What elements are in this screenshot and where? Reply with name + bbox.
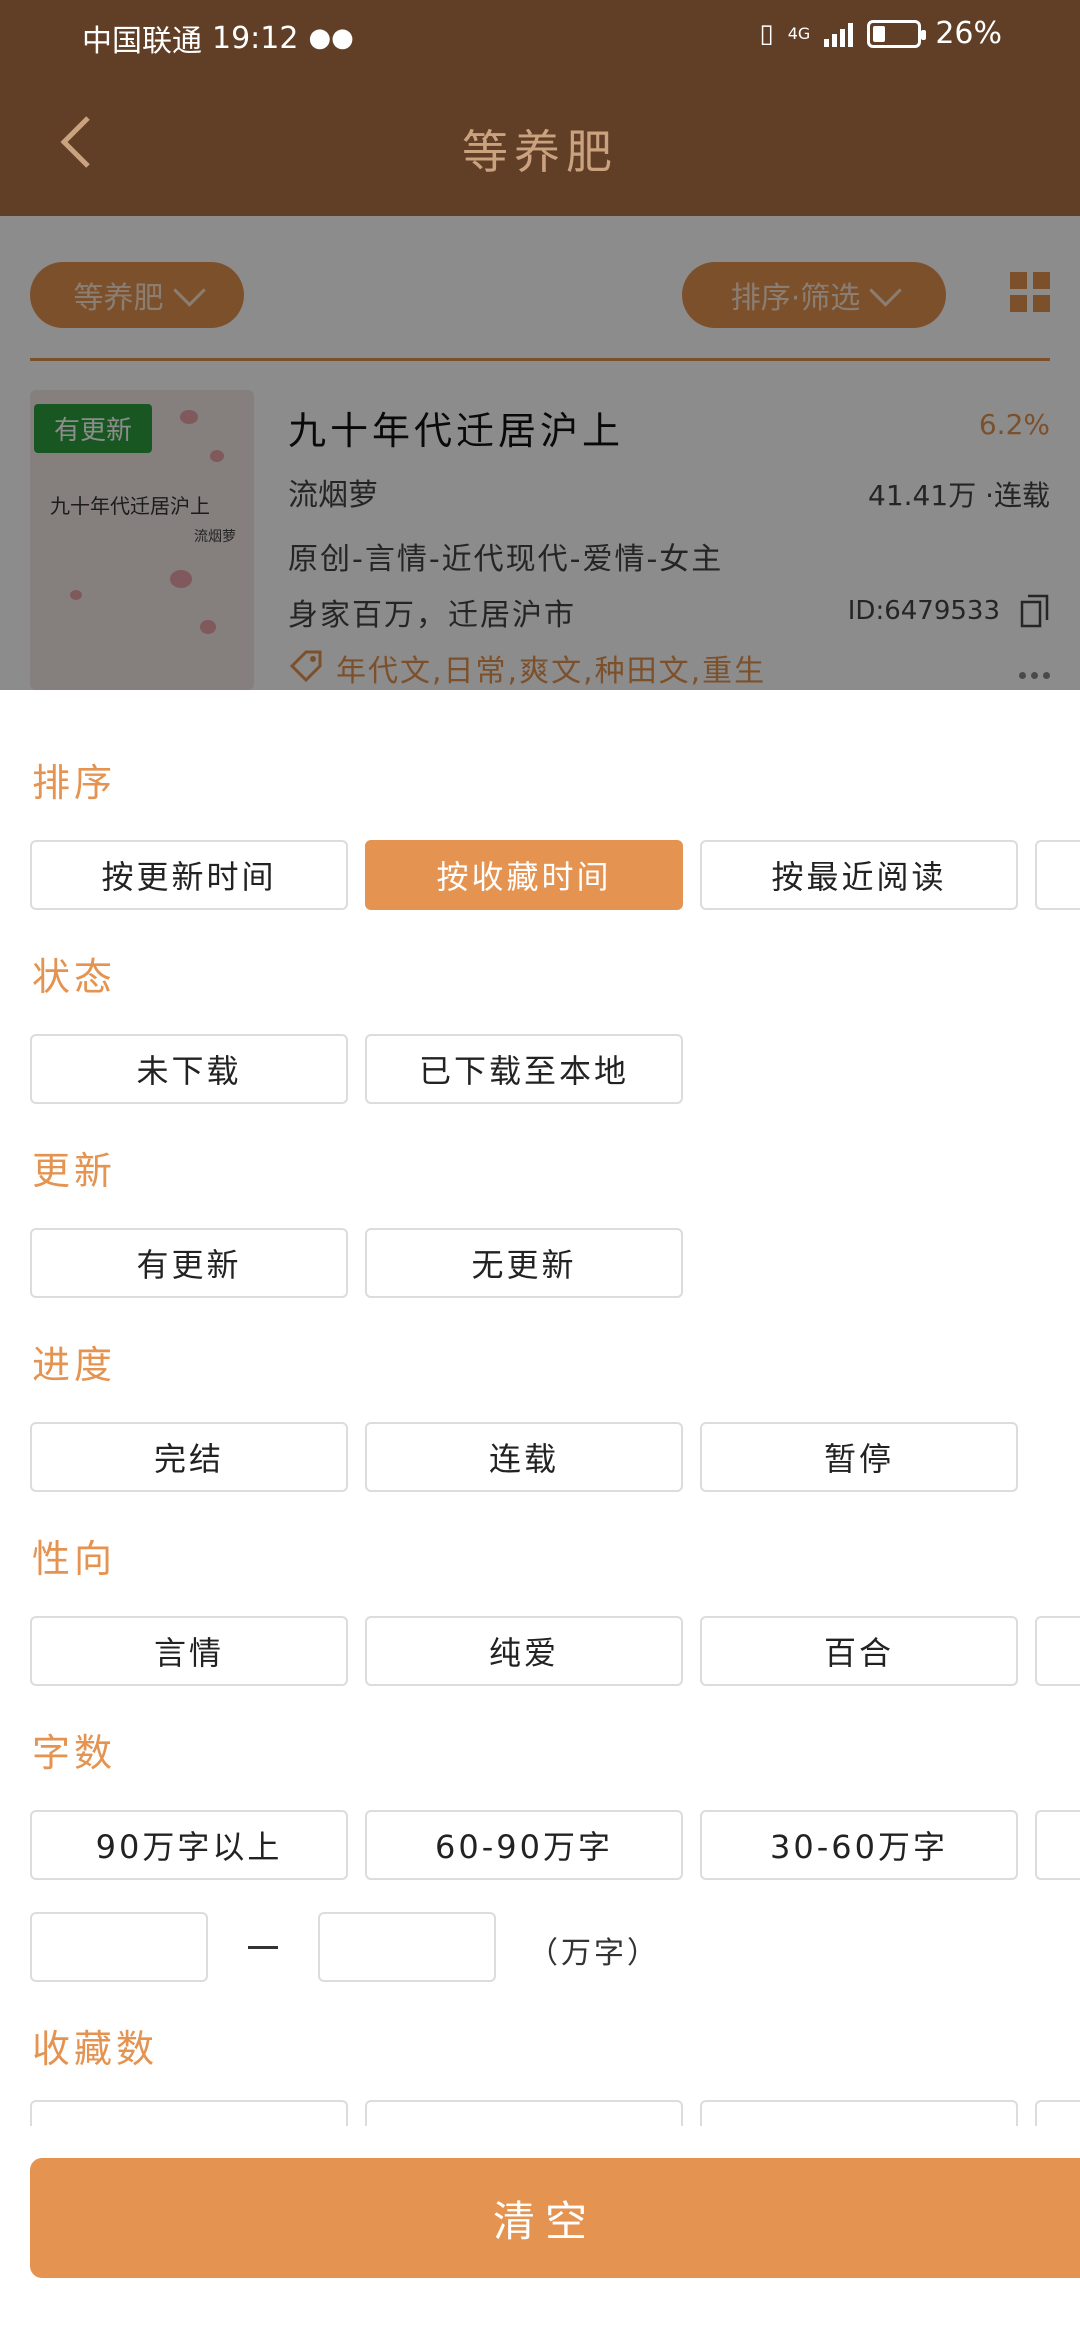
word-unit-label: （万字） [528,1936,660,1971]
orientation-option-romance[interactable]: 言情 [30,1616,348,1686]
time-label: 19:12 [212,20,299,56]
sort-option-update-time[interactable]: 按更新时间 [30,840,348,910]
update-option-has-update[interactable]: 有更新 [30,1228,348,1298]
app-header: 等养肥 [0,72,1080,216]
vibrate-icon: ▯ [759,18,774,49]
page-title: 等养肥 [462,125,618,179]
words-option-more[interactable] [1035,1810,1080,1880]
range-dash [248,1946,278,1949]
words-option-90plus[interactable]: 90万字以上 [30,1810,348,1880]
section-title-progress: 进度 [32,1343,117,1387]
status-option-not-downloaded[interactable]: 未下载 [30,1034,348,1104]
signal-icon [824,21,854,47]
orientation-option-bl[interactable]: 纯爱 [365,1616,683,1686]
progress-option-paused[interactable]: 暂停 [700,1422,1018,1492]
orientation-option-gl[interactable]: 百合 [700,1616,1018,1686]
clear-button[interactable]: 清空 [30,2158,1080,2278]
filter-bottom-sheet: 排序 按更新时间 按收藏时间 按最近阅读 状态 未下载 已下载至本地 更新 有更… [0,690,1080,2340]
words-max-input[interactable] [318,1912,496,1982]
section-title-orientation: 性向 [32,1537,117,1581]
sort-option-recent-read[interactable]: 按最近阅读 [700,840,1018,910]
progress-option-serial[interactable]: 连载 [365,1422,683,1492]
update-option-no-update[interactable]: 无更新 [365,1228,683,1298]
section-title-status: 状态 [32,955,117,999]
carrier-label: 中国联通 [82,24,202,59]
section-title-update: 更新 [32,1149,117,1193]
section-title-sort: 排序 [32,761,117,805]
section-title-word-count: 字数 [32,1731,117,1775]
sort-option-collect-time[interactable]: 按收藏时间 [365,840,683,910]
wechat-icon: ●● [308,23,354,53]
status-option-downloaded[interactable]: 已下载至本地 [365,1034,683,1104]
battery-label: 26% [935,16,1002,51]
dim-overlay[interactable] [0,216,1080,690]
words-min-input[interactable] [30,1912,208,1982]
network-label: 4G [787,24,811,43]
orientation-option-more[interactable] [1035,1616,1080,1686]
section-title-collect-count: 收藏数 [32,2027,159,2071]
progress-option-complete[interactable]: 完结 [30,1422,348,1492]
status-bar: 中国联通 19:12 ●● ▯ 4G 26% [0,0,1080,72]
words-option-60-90[interactable]: 60-90万字 [365,1810,683,1880]
words-option-30-60[interactable]: 30-60万字 [700,1810,1018,1880]
sort-option-more[interactable] [1035,840,1080,910]
scroll-mask [0,2126,1080,2156]
battery-icon [867,19,927,48]
